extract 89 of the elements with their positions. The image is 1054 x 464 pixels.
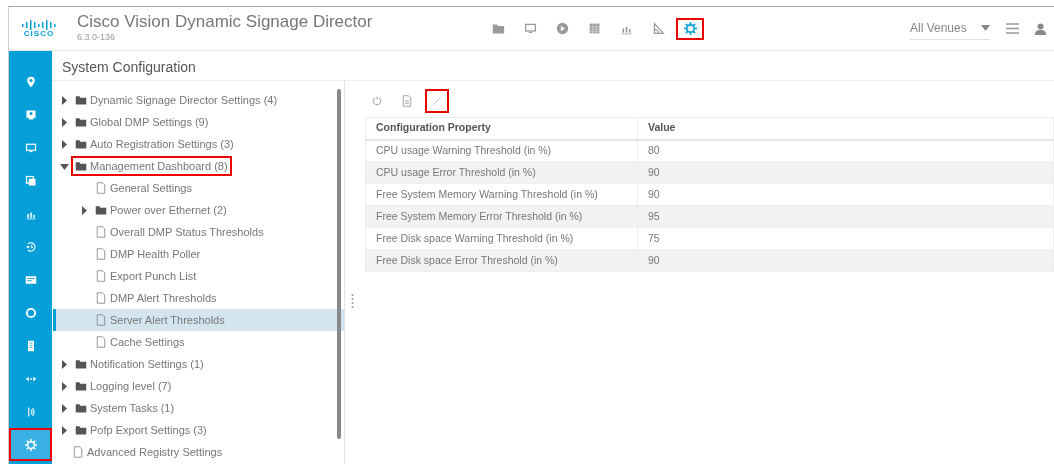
tree-item[interactable]: Logging level (7) <box>71 375 176 397</box>
folder-icon <box>75 94 87 106</box>
caret-icon <box>981 25 990 31</box>
location-pin-icon <box>24 75 37 88</box>
collapsed-arrow-icon[interactable] <box>60 139 69 149</box>
file-icon <box>95 270 107 282</box>
tree-item[interactable]: Export Punch List <box>91 265 201 287</box>
table-cell: 90 <box>637 183 1054 206</box>
sidebar-item[interactable] <box>9 428 52 461</box>
file-icon <box>72 446 84 458</box>
table-cell: 90 <box>637 249 1054 272</box>
folder-icon <box>75 402 87 414</box>
document-icon <box>401 95 413 107</box>
tree-item[interactable]: Advanced Registry Settings <box>68 441 227 463</box>
table-cell: 90 <box>637 161 1054 184</box>
table-cell: Free Disk space Error Threshold (in %) <box>365 249 638 272</box>
file-icon <box>95 336 107 348</box>
table-cell: CPU usage Warning Threshold (in %) <box>365 139 638 162</box>
play-icon <box>555 22 569 35</box>
file-icon <box>95 182 107 194</box>
bars-logo-icon <box>21 19 57 30</box>
collapsed-arrow-icon[interactable] <box>60 95 69 105</box>
selected-tree-row[interactable]: Server Alert Thresholds <box>53 309 344 331</box>
toolbar-button[interactable] <box>425 89 449 113</box>
user-icon[interactable] <box>1035 22 1046 35</box>
file-icon <box>95 292 107 304</box>
logo-wordmark: CISCO <box>23 29 55 38</box>
tree-item[interactable]: Management Dashboard (8) <box>71 155 232 177</box>
monitor-icon <box>24 141 37 154</box>
collapsed-arrow-icon[interactable] <box>60 425 69 435</box>
table-cell: 95 <box>637 205 1054 228</box>
tree-item[interactable]: Overall DMP Status Thresholds <box>91 221 268 243</box>
nav-button[interactable] <box>676 17 705 40</box>
version-text: 6.3.0-136 <box>77 30 117 44</box>
splitter-handle[interactable] <box>350 293 354 309</box>
triangle-ruler-icon <box>651 22 665 35</box>
collapsed-arrow-icon[interactable] <box>60 403 69 413</box>
tree-item[interactable]: Notification Settings (1) <box>71 353 208 375</box>
scrollbar[interactable] <box>337 89 341 439</box>
copy-icon <box>24 174 37 187</box>
folder-icon <box>75 160 87 172</box>
tree-item[interactable]: Cache Settings <box>91 331 189 353</box>
calendar-icon <box>587 22 601 35</box>
folder-icon <box>95 204 107 216</box>
tree-item[interactable]: General Settings <box>91 177 196 199</box>
refresh-icon <box>371 95 383 107</box>
tree-item[interactable]: System Tasks (1) <box>71 397 179 419</box>
folder-icon <box>75 116 87 128</box>
collapsed-arrow-icon[interactable] <box>60 117 69 127</box>
display-icon <box>24 108 37 121</box>
tree-item[interactable]: DMP Health Poller <box>91 243 205 265</box>
folder-icon <box>75 424 87 436</box>
table-cell: CPU usage Error Threshold (in %) <box>365 161 638 184</box>
folder-icon <box>491 22 505 35</box>
file-icon <box>95 248 107 260</box>
expanded-arrow-icon[interactable] <box>60 161 69 171</box>
folder-icon <box>75 380 87 392</box>
table-cell: Free System Memory Error Threshold (in %) <box>365 205 638 228</box>
tree-item[interactable]: DMP Alert Thresholds <box>91 287 221 309</box>
file-icon <box>95 314 107 326</box>
tree-item[interactable]: Dynamic Signage Director Settings (4) <box>71 89 282 111</box>
pencil-icon <box>431 95 443 107</box>
settings-icon <box>24 438 37 451</box>
card-icon <box>24 273 37 286</box>
tree-item[interactable]: Auto Registration Settings (3) <box>71 133 238 155</box>
history-icon <box>24 240 37 253</box>
settings-icon <box>683 22 697 35</box>
collapsed-arrow-icon[interactable] <box>60 381 69 391</box>
folder-icon <box>75 138 87 150</box>
page-title: System Configuration <box>52 51 1054 81</box>
file-icon <box>95 226 107 238</box>
table-cell: 80 <box>637 139 1054 162</box>
venue-dropdown[interactable]: All Venues <box>910 17 990 40</box>
tree-item[interactable]: Global DMP Settings (9) <box>71 111 213 133</box>
folder-icon <box>75 358 87 370</box>
column-header: Value <box>637 117 1054 140</box>
collapsed-arrow-icon[interactable] <box>60 359 69 369</box>
tree-item[interactable]: Server Alert Thresholds <box>91 309 229 331</box>
tree-item[interactable]: Power over Ethernet (2) <box>91 199 231 221</box>
table-cell: 75 <box>637 227 1054 250</box>
collapsed-arrow-icon[interactable] <box>80 205 89 215</box>
monitor-icon <box>523 22 537 35</box>
menu-icon[interactable] <box>1006 23 1019 34</box>
ring-icon <box>24 306 37 319</box>
tree-item[interactable]: Pofp Export Settings (3) <box>71 419 211 441</box>
table-cell: Free System Memory Warning Threshold (in %) <box>365 183 638 206</box>
table-cell: Free Disk space Warning Threshold (in %) <box>365 227 638 250</box>
column-header: Configuration Property <box>365 117 638 140</box>
app-title: Cisco Vision Dynamic Signage Director <box>77 12 373 31</box>
